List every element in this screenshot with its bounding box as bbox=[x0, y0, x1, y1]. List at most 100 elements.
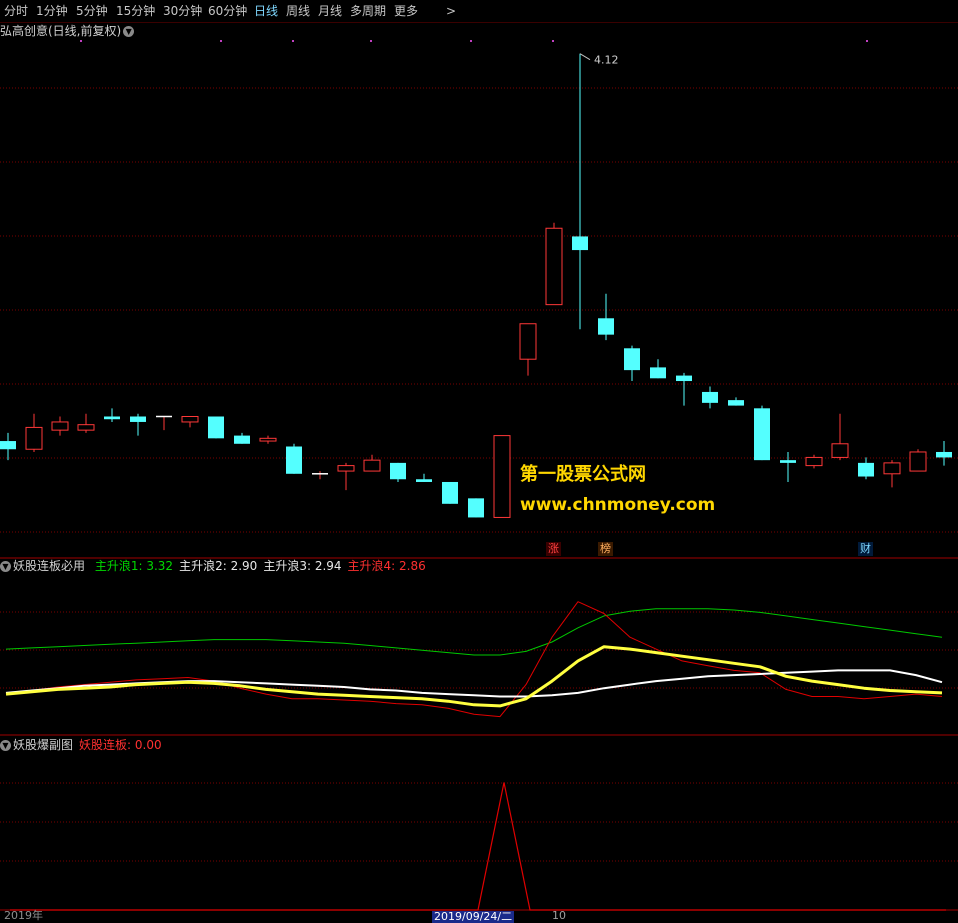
candle[interactable] bbox=[702, 386, 718, 409]
toolbar-item-6[interactable]: 日线 bbox=[254, 3, 278, 19]
footer-year: 2019年 bbox=[4, 909, 43, 922]
candle-body bbox=[519, 323, 537, 360]
candle[interactable] bbox=[780, 451, 796, 482]
toolbar-item-2[interactable]: 5分钟 bbox=[76, 3, 108, 19]
event-dot bbox=[370, 40, 372, 42]
toolbar-item-0[interactable]: 分时 bbox=[4, 3, 28, 19]
toolbar-item-9[interactable]: 多周期 bbox=[350, 3, 386, 19]
indicator-name: 妖股连板必用 bbox=[13, 559, 86, 573]
sub-panel-name: 妖股爆副图 bbox=[13, 738, 74, 752]
candle[interactable] bbox=[936, 441, 952, 466]
indicator-line-value-4: 2.86 bbox=[395, 559, 426, 573]
candle-body bbox=[754, 408, 770, 461]
candle[interactable] bbox=[208, 416, 224, 439]
candle-body bbox=[337, 465, 355, 472]
candle[interactable] bbox=[0, 432, 16, 461]
candle-body bbox=[936, 451, 952, 458]
candle[interactable] bbox=[77, 413, 95, 433]
candle-body bbox=[545, 227, 563, 306]
candle[interactable] bbox=[831, 413, 849, 461]
candle[interactable] bbox=[598, 293, 614, 341]
toolbar-item-5[interactable]: 60分钟 bbox=[208, 3, 247, 19]
candle[interactable] bbox=[390, 462, 406, 482]
cursor-date: 2019/09/24/二 bbox=[432, 910, 515, 923]
candle[interactable] bbox=[104, 408, 120, 422]
sub-panel-title[interactable]: ▼ 妖股爆副图 妖股连板: 0.00 bbox=[0, 737, 162, 753]
candle[interactable] bbox=[519, 323, 537, 376]
toolbar-item-7[interactable]: 周线 bbox=[286, 3, 310, 19]
candle-body bbox=[390, 462, 406, 480]
event-badge-finance[interactable]: 财 bbox=[858, 542, 873, 556]
candle[interactable] bbox=[545, 222, 563, 306]
indicator-panel-title[interactable]: ▼ 妖股连板必用 主升浪1: 3.32 主升浪2: 2.90 主升浪3: 2.94 主升… bbox=[0, 558, 432, 574]
indicator-line-label-4: 主升浪4: bbox=[347, 559, 396, 573]
candle-body bbox=[831, 443, 849, 458]
event-dot bbox=[292, 40, 294, 42]
candle[interactable] bbox=[259, 435, 277, 444]
candle-body bbox=[416, 479, 432, 482]
candle[interactable] bbox=[442, 481, 458, 504]
candle[interactable] bbox=[156, 415, 172, 431]
candle-body bbox=[468, 498, 484, 518]
toolbar-item-4[interactable]: 30分钟 bbox=[163, 3, 202, 19]
chevron-down-icon[interactable]: ▼ bbox=[0, 561, 11, 572]
toolbar-item-8[interactable]: 月线 bbox=[318, 3, 342, 19]
candle-body bbox=[676, 375, 692, 382]
line-main-wave-1 bbox=[5, 608, 943, 656]
event-dot bbox=[470, 40, 472, 42]
candle[interactable] bbox=[181, 416, 199, 428]
candle[interactable] bbox=[312, 471, 328, 480]
candle-body bbox=[130, 416, 146, 422]
candle-body bbox=[442, 481, 458, 504]
candle-body bbox=[909, 451, 927, 472]
candle-body bbox=[598, 318, 614, 335]
chevron-down-icon[interactable]: ▼ bbox=[0, 740, 11, 751]
candle[interactable] bbox=[363, 454, 381, 472]
indicator-line-label-1: 主升浪1: bbox=[94, 559, 143, 573]
sub-indicator-chart[interactable] bbox=[0, 753, 958, 913]
candle-body bbox=[25, 426, 43, 450]
candle[interactable] bbox=[25, 413, 43, 452]
chevron-right-icon[interactable]: > bbox=[446, 3, 456, 19]
event-dot bbox=[80, 40, 82, 42]
candle[interactable] bbox=[858, 457, 874, 480]
peak-price-label: 4.12 bbox=[594, 54, 619, 67]
candle-body bbox=[728, 400, 744, 406]
event-badge-limit-up[interactable]: 涨 bbox=[546, 542, 561, 556]
toolbar-item-3[interactable]: 15分钟 bbox=[116, 3, 155, 19]
candle[interactable] bbox=[728, 397, 744, 406]
candle[interactable] bbox=[286, 443, 302, 474]
candle[interactable] bbox=[416, 473, 432, 482]
indicator-chart[interactable] bbox=[0, 574, 958, 736]
candle[interactable] bbox=[676, 372, 692, 406]
candle-body bbox=[493, 435, 511, 518]
event-badge-dragon-tiger[interactable]: 榜 bbox=[598, 542, 613, 556]
candle[interactable] bbox=[130, 413, 146, 436]
toolbar-item-1[interactable]: 1分钟 bbox=[36, 3, 68, 19]
candle[interactable] bbox=[624, 345, 640, 382]
candle-body bbox=[181, 416, 199, 423]
candle-body bbox=[77, 424, 95, 431]
candle-body bbox=[0, 441, 16, 450]
candle[interactable] bbox=[805, 454, 823, 469]
candle[interactable] bbox=[468, 498, 484, 518]
candle[interactable] bbox=[572, 53, 588, 330]
footer-tick: 10 bbox=[552, 909, 566, 922]
candle[interactable] bbox=[234, 432, 250, 444]
candle-body bbox=[650, 367, 666, 379]
candle[interactable] bbox=[650, 359, 666, 379]
event-dot bbox=[866, 40, 868, 42]
candle[interactable] bbox=[883, 460, 901, 488]
candle[interactable] bbox=[909, 449, 927, 472]
watermark-title: 第一股票公式网 bbox=[520, 464, 646, 485]
line-demon-stock bbox=[10, 782, 946, 911]
indicator-line-value-2: 2.90 bbox=[226, 559, 258, 573]
candle[interactable] bbox=[493, 435, 511, 518]
candle[interactable] bbox=[754, 405, 770, 461]
toolbar-item-10[interactable]: 更多 bbox=[394, 3, 418, 19]
candle[interactable] bbox=[51, 416, 69, 436]
candle[interactable] bbox=[337, 462, 355, 491]
candlestick-chart[interactable]: 4.12 bbox=[0, 22, 958, 559]
sub-line-value: 0.00 bbox=[134, 738, 162, 752]
candle-body bbox=[702, 391, 718, 403]
